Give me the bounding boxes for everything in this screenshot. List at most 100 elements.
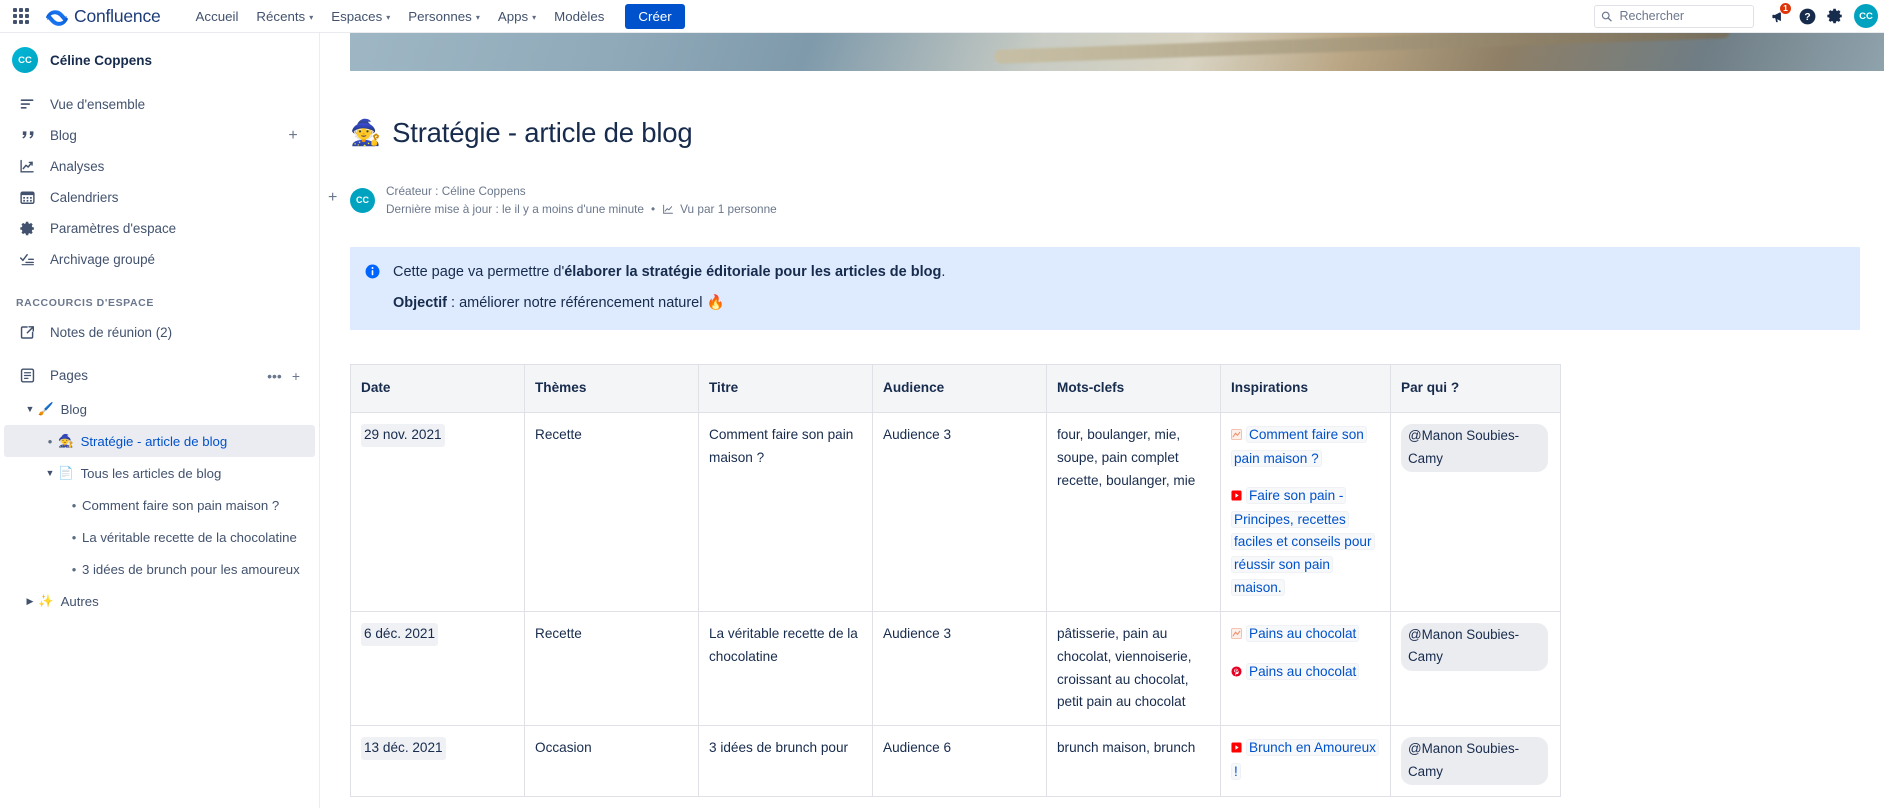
cell-date[interactable]: 29 nov. 2021 xyxy=(350,412,525,612)
nav-item-recents[interactable]: Récents ▾ xyxy=(247,4,322,29)
info-icon xyxy=(364,263,381,285)
user-mention[interactable]: @Manon Soubies-Camy xyxy=(1401,424,1548,473)
user-mention[interactable]: @Manon Soubies-Camy xyxy=(1401,622,1548,671)
date-chip[interactable]: 29 nov. 2021 xyxy=(361,424,445,447)
sidebar-item-notes-de-reunion[interactable]: Notes de réunion (2) xyxy=(4,317,315,348)
cell-date[interactable]: 13 déc. 2021 xyxy=(350,725,525,798)
create-button[interactable]: Créer xyxy=(625,3,685,29)
main-nav-links: Accueil Récents ▾ Espaces ▾ Personnes ▾ … xyxy=(187,3,685,29)
page-tree: ▼ 🖌️ Blog • 🧙 Stratégie - article de blo… xyxy=(0,391,319,617)
chevron-right-icon[interactable]: ▶ xyxy=(22,593,38,609)
search-box[interactable] xyxy=(1594,4,1754,28)
nav-item-espaces[interactable]: Espaces ▾ xyxy=(322,4,399,29)
inspiration-link-item[interactable]: Pains au chocolat xyxy=(1231,623,1378,647)
column-header-mots-clefs[interactable]: Mots-clefs xyxy=(1046,364,1221,414)
user-mention[interactable]: @Manon Soubies-Camy xyxy=(1401,737,1548,786)
nav-item-personnes[interactable]: Personnes ▾ xyxy=(399,4,489,29)
sidebar-item-parametres-despace[interactable]: Paramètres d'espace xyxy=(4,213,315,244)
help-button[interactable]: ? xyxy=(1794,3,1820,29)
sidebar-item-label: Analyses xyxy=(50,159,105,174)
cell-inspirations[interactable]: Pains au chocolat Pains au chocolat xyxy=(1220,610,1391,727)
column-header-inspirations[interactable]: Inspirations xyxy=(1220,364,1391,414)
cell-mots-clefs[interactable]: pâtisserie, pain au chocolat, viennoiser… xyxy=(1046,610,1221,727)
tree-item-autres[interactable]: ▶ ✨ Autres xyxy=(4,585,315,617)
date-chip[interactable]: 13 déc. 2021 xyxy=(361,737,446,761)
tree-item-comment-faire-son-pain-maison[interactable]: • Comment faire son pain maison ? xyxy=(4,489,315,521)
avatar[interactable]: CC xyxy=(350,187,375,213)
nav-item-accueil[interactable]: Accueil xyxy=(187,4,248,29)
cell-audience[interactable]: Audience 3 xyxy=(872,610,1047,727)
cell-theme[interactable]: Recette xyxy=(524,610,699,727)
cell-audience[interactable]: Audience 3 xyxy=(872,412,1047,612)
inspiration-link[interactable]: Pains au chocolat xyxy=(1246,624,1360,642)
user-avatar[interactable]: CC xyxy=(1854,4,1878,28)
add-page-icon[interactable]: + xyxy=(289,368,303,384)
space-header[interactable]: CC Céline Coppens xyxy=(0,33,319,83)
chevron-down-icon[interactable]: ▼ xyxy=(42,465,58,481)
mage-icon[interactable]: 🧙 xyxy=(350,120,381,146)
chevron-down-icon: ▾ xyxy=(386,12,391,22)
column-header-titre[interactable]: Titre xyxy=(698,364,873,414)
inspiration-link[interactable]: Faire son pain - Principes, recettes fac… xyxy=(1231,486,1375,597)
cell-theme[interactable]: Recette xyxy=(524,412,699,612)
tree-item-label: La véritable recette de la chocolatine xyxy=(82,529,297,545)
more-options-icon[interactable]: ••• xyxy=(264,368,285,384)
cell-date[interactable]: 6 déc. 2021 xyxy=(350,610,525,727)
cell-titre[interactable]: 3 idées de brunch pour xyxy=(698,725,873,798)
column-header-par-qui[interactable]: Par qui ? xyxy=(1390,364,1561,414)
sidebar-item-archivage-groupe[interactable]: Archivage groupé xyxy=(4,244,315,275)
nav-item-modeles[interactable]: Modèles xyxy=(545,4,613,29)
confluence-brand-logo[interactable]: Confluence xyxy=(46,5,161,27)
cell-inspirations[interactable]: Comment faire son pain maison ? Faire so… xyxy=(1220,412,1391,612)
insert-content-icon[interactable]: + xyxy=(328,189,337,207)
notifications-button[interactable]: 1 xyxy=(1766,2,1792,29)
cell-audience[interactable]: Audience 6 xyxy=(872,725,1047,798)
cell-par-qui[interactable]: @Manon Soubies-Camy xyxy=(1390,725,1561,798)
inspiration-link-item[interactable]: Pains au chocolat xyxy=(1231,661,1378,685)
inspiration-link[interactable]: Comment faire son pain maison ? xyxy=(1231,426,1367,467)
inspiration-link-item[interactable]: Faire son pain - Principes, recettes fac… xyxy=(1231,485,1378,600)
tree-item-3-idees-de-brunch-pour-les-amoureux[interactable]: • 3 idées de brunch pour les amoureux xyxy=(4,553,315,585)
search-input[interactable] xyxy=(1617,8,1747,24)
sidebar-item-calendriers[interactable]: Calendriers xyxy=(4,182,315,213)
info-panel-line-2: Objectif : améliorer notre référencement… xyxy=(393,291,945,316)
inspiration-link-item[interactable]: Comment faire son pain maison ? xyxy=(1231,424,1378,471)
calendar-icon xyxy=(16,187,38,209)
cell-titre[interactable]: La véritable recette de la chocolatine xyxy=(698,610,873,727)
info-line1-bold: élaborer la stratégie éditoriale pour le… xyxy=(564,264,942,281)
cell-mots-clefs[interactable]: brunch maison, brunch xyxy=(1046,725,1221,798)
add-blog-post-icon[interactable]: + xyxy=(283,126,303,146)
sidebar-item-label: Calendriers xyxy=(50,190,119,205)
inspiration-link-item[interactable]: Brunch en Amoureux ! xyxy=(1231,737,1379,784)
inspiration-link[interactable]: Brunch en Amoureux ! xyxy=(1231,739,1379,781)
column-header-themes[interactable]: Thèmes xyxy=(524,364,699,414)
inspiration-link[interactable]: Pains au chocolat xyxy=(1246,662,1360,680)
settings-button[interactable] xyxy=(1822,3,1848,29)
sidebar-item-blog[interactable]: Blog + xyxy=(4,120,315,151)
mage-icon: 🧙 xyxy=(58,433,74,448)
info-line2-bold: Objectif xyxy=(393,295,447,312)
sidebar-item-vue-densemble[interactable]: Vue d'ensemble xyxy=(4,89,315,120)
nav-item-apps[interactable]: Apps ▾ xyxy=(489,4,545,29)
tree-item-tous-les-articles-de-blog[interactable]: ▼ 📄 Tous les articles de blog xyxy=(4,457,315,489)
cell-mots-clefs[interactable]: four, boulanger, mie, soupe, pain comple… xyxy=(1046,412,1221,612)
date-chip[interactable]: 6 déc. 2021 xyxy=(361,622,439,646)
sidebar-item-label: Paramètres d'espace xyxy=(50,221,177,236)
cell-par-qui[interactable]: @Manon Soubies-Camy xyxy=(1390,610,1561,727)
cell-par-qui[interactable]: @Manon Soubies-Camy xyxy=(1390,412,1561,612)
page-views[interactable]: Vu par 1 personne xyxy=(662,200,777,218)
tree-item-la-veritable-recette-de-la-chocolatine[interactable]: • La véritable recette de la chocolatine xyxy=(4,521,315,553)
column-header-audience[interactable]: Audience xyxy=(872,364,1047,414)
column-header-date[interactable]: Date xyxy=(350,364,525,414)
chevron-down-icon[interactable]: ▼ xyxy=(22,401,38,417)
chevron-down-icon: ▾ xyxy=(532,12,537,22)
cell-inspirations[interactable]: Brunch en Amoureux ! xyxy=(1220,725,1391,798)
gear-icon xyxy=(16,218,38,240)
sidebar-item-analyses[interactable]: Analyses xyxy=(4,151,315,182)
sidebar-item-pages[interactable]: Pages ••• + xyxy=(4,360,315,391)
cell-theme[interactable]: Occasion xyxy=(524,725,699,798)
cell-titre[interactable]: Comment faire son pain maison ? xyxy=(698,412,873,612)
tree-item-strategie-article-de-blog[interactable]: • 🧙 Stratégie - article de blog xyxy=(4,425,315,457)
app-switcher-icon[interactable] xyxy=(8,3,34,29)
tree-item-blog[interactable]: ▼ 🖌️ Blog xyxy=(4,393,315,425)
